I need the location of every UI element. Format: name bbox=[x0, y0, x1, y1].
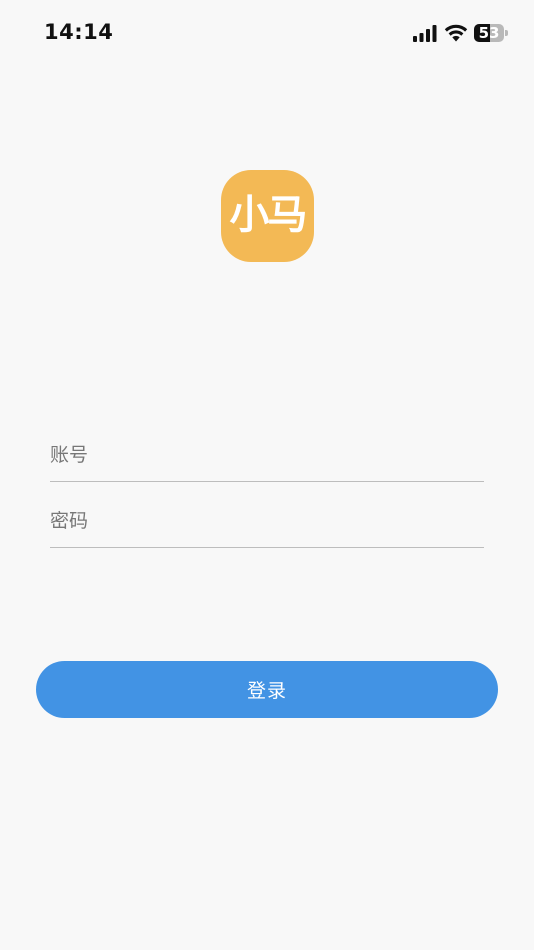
status-bar: 14:14 53 bbox=[0, 0, 534, 66]
wifi-icon bbox=[444, 24, 468, 42]
app-logo: 小马 bbox=[221, 170, 314, 262]
account-input[interactable] bbox=[50, 431, 484, 479]
battery-cap bbox=[505, 30, 508, 36]
login-button[interactable]: 登录 bbox=[36, 661, 498, 718]
account-field bbox=[50, 431, 484, 482]
password-input[interactable] bbox=[50, 497, 484, 545]
battery-body: 53 bbox=[474, 24, 504, 42]
app-logo-text: 小马 bbox=[229, 192, 308, 238]
battery-icon: 53 bbox=[474, 24, 508, 42]
battery-level: 53 bbox=[478, 24, 500, 42]
status-time: 14:14 bbox=[44, 20, 114, 44]
password-field bbox=[50, 497, 484, 548]
signal-icon bbox=[413, 25, 437, 42]
